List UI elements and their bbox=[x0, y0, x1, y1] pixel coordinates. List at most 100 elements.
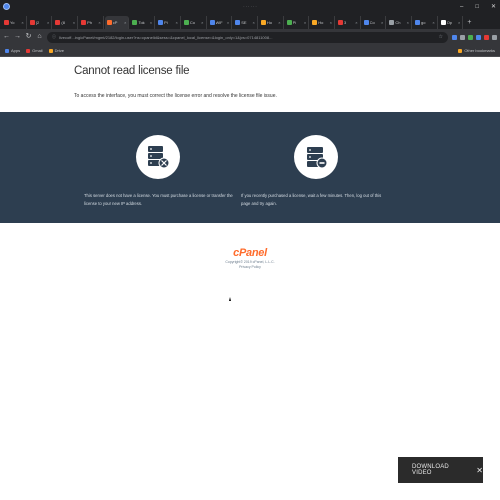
close-icon[interactable]: ✕ bbox=[476, 466, 483, 475]
browser-tab[interactable]: Ho × bbox=[259, 16, 284, 29]
tab-close-icon[interactable]: × bbox=[21, 20, 23, 25]
browser-tab[interactable]: SE × bbox=[233, 16, 258, 29]
bookmark-label: Other bookmarks bbox=[464, 48, 495, 53]
tab-label: Tok bbox=[138, 20, 145, 25]
footer: cPanel Copyright© 2019 cPanel, L.L.C. Pr… bbox=[200, 247, 300, 269]
tab-close-icon[interactable]: × bbox=[253, 20, 255, 25]
browser-tab[interactable]: WiF × bbox=[208, 16, 233, 29]
home-icon[interactable]: ⌂ bbox=[36, 29, 43, 45]
tab-favicon-icon bbox=[158, 20, 164, 25]
tab-close-icon[interactable]: × bbox=[278, 20, 280, 25]
extension-icon[interactable] bbox=[452, 34, 457, 40]
privacy-policy-link[interactable]: Privacy Policy bbox=[200, 265, 300, 269]
bookmark-icon bbox=[48, 48, 53, 53]
reasons-band: This server does not have a license. You… bbox=[0, 112, 500, 223]
back-arrow-icon[interactable]: ← bbox=[3, 29, 10, 45]
mouse-cursor bbox=[229, 297, 231, 301]
tab-close-icon[interactable]: × bbox=[73, 20, 75, 25]
bookmark-star-icon[interactable]: ☆ bbox=[439, 34, 443, 40]
tab-close-icon[interactable]: × bbox=[47, 20, 49, 25]
reload-icon[interactable]: ↻ bbox=[25, 29, 32, 45]
tab-label: Yo bbox=[10, 20, 15, 25]
minimize-icon[interactable]: – bbox=[460, 4, 463, 10]
forward-arrow-icon[interactable]: → bbox=[14, 29, 21, 45]
tab-favicon-icon bbox=[29, 20, 35, 25]
browser-tab[interactable]: (8 × bbox=[53, 16, 79, 29]
maximize-icon[interactable]: □ bbox=[475, 4, 479, 10]
tab-close-icon[interactable]: × bbox=[355, 20, 357, 25]
close-window-icon[interactable]: ✕ bbox=[491, 3, 496, 10]
bookmark-label: Gmail bbox=[32, 48, 43, 53]
tab-label: (2 bbox=[35, 20, 40, 25]
tab-label: Pi bbox=[292, 20, 297, 25]
address-bar[interactable]: ⓘ livecoff...ing/cPanel/mgmt/2182/login-… bbox=[47, 31, 448, 43]
browser-tab[interactable]: (2 × bbox=[28, 16, 53, 29]
tab-favicon-icon bbox=[81, 20, 87, 25]
tab-close-icon[interactable]: × bbox=[201, 20, 203, 25]
browser-tab[interactable]: Pi × bbox=[285, 16, 310, 29]
tab-close-icon[interactable]: × bbox=[407, 20, 409, 25]
tab-label: Co bbox=[369, 20, 375, 25]
tab-close-icon[interactable]: × bbox=[381, 20, 383, 25]
new-tab-button[interactable]: + bbox=[464, 16, 474, 29]
tab-label: Ho bbox=[318, 20, 324, 25]
extension-icon[interactable] bbox=[492, 34, 497, 40]
tab-label: Op bbox=[446, 20, 453, 25]
browser-tab[interactable]: Op × bbox=[439, 16, 464, 29]
tab-favicon-icon bbox=[235, 20, 241, 25]
page-title: Cannot read license file bbox=[74, 65, 190, 77]
extensions-area bbox=[452, 34, 497, 40]
site-info-icon[interactable]: ⓘ bbox=[52, 34, 56, 40]
tab-favicon-icon bbox=[132, 20, 138, 25]
bookmark-item[interactable]: Drive bbox=[48, 48, 64, 53]
bookmarks-bar: Apps Gmail Drive Other bookmarks bbox=[0, 45, 500, 57]
browser-tab[interactable]: cP × bbox=[104, 16, 130, 29]
browser-tab[interactable]: Co × bbox=[362, 16, 387, 29]
tab-close-icon[interactable]: × bbox=[458, 20, 460, 25]
browser-tab[interactable]: Co × bbox=[182, 16, 207, 29]
bookmark-icon bbox=[458, 48, 463, 53]
tab-close-icon[interactable]: × bbox=[304, 20, 306, 25]
bookmark-item[interactable]: Apps bbox=[5, 48, 20, 53]
browser-tab[interactable]: Pi × bbox=[156, 16, 181, 29]
tab-favicon-icon bbox=[363, 20, 369, 25]
bookmark-item[interactable]: Gmail bbox=[26, 48, 43, 53]
tab-close-icon[interactable]: × bbox=[330, 20, 332, 25]
browser-tab[interactable]: Tok × bbox=[130, 16, 156, 29]
tab-favicon-icon bbox=[337, 20, 343, 25]
tab-close-icon[interactable]: × bbox=[150, 20, 152, 25]
extension-icon[interactable] bbox=[484, 34, 489, 40]
tab-close-icon[interactable]: × bbox=[124, 20, 126, 25]
window-titlebar: · · · · · · – □ ✕ bbox=[0, 0, 500, 13]
browser-tab[interactable]: Ho × bbox=[310, 16, 335, 29]
bookmark-item[interactable]: Other bookmarks bbox=[458, 48, 495, 53]
tab-close-icon[interactable]: × bbox=[175, 20, 177, 25]
server-stop-icon bbox=[307, 147, 328, 169]
extension-icon[interactable] bbox=[476, 34, 481, 40]
tab-label: WiF bbox=[215, 20, 223, 25]
tab-favicon-icon bbox=[55, 20, 61, 25]
download-video-button[interactable]: DOWNLOAD VIDEO ✕ bbox=[398, 457, 483, 483]
tab-favicon-icon bbox=[440, 20, 446, 25]
tab-close-icon[interactable]: × bbox=[98, 20, 100, 25]
tab-close-icon[interactable]: × bbox=[227, 20, 229, 25]
tab-label: Ho bbox=[266, 20, 272, 25]
browser-tab[interactable]: Ch × bbox=[387, 16, 412, 29]
tab-label: Pi bbox=[164, 20, 168, 25]
browser-tab[interactable]: go × bbox=[413, 16, 438, 29]
browser-tab[interactable]: Ph × bbox=[79, 16, 104, 29]
bookmark-icon bbox=[5, 48, 9, 53]
tab-favicon-icon bbox=[260, 20, 266, 25]
browser-tab[interactable]: 3 × bbox=[336, 16, 361, 29]
extension-icon[interactable] bbox=[468, 34, 473, 40]
extension-icon[interactable] bbox=[460, 34, 465, 40]
download-video-label[interactable]: DOWNLOAD VIDEO bbox=[412, 464, 466, 476]
url-text[interactable]: livecoff...ing/cPanel/mgmt/2182/login-us… bbox=[59, 35, 436, 40]
tab-close-icon[interactable]: × bbox=[432, 20, 434, 25]
browser-toolbar: ← → ↻ ⌂ ⓘ livecoff...ing/cPanel/mgmt/218… bbox=[0, 29, 500, 45]
intro-text: To access the interface, you must correc… bbox=[74, 93, 277, 99]
browser-tab[interactable]: Yo × bbox=[2, 16, 27, 29]
tab-favicon-icon bbox=[209, 20, 215, 25]
tab-favicon-icon bbox=[4, 20, 9, 25]
window-title: · · · · · · bbox=[243, 4, 257, 9]
